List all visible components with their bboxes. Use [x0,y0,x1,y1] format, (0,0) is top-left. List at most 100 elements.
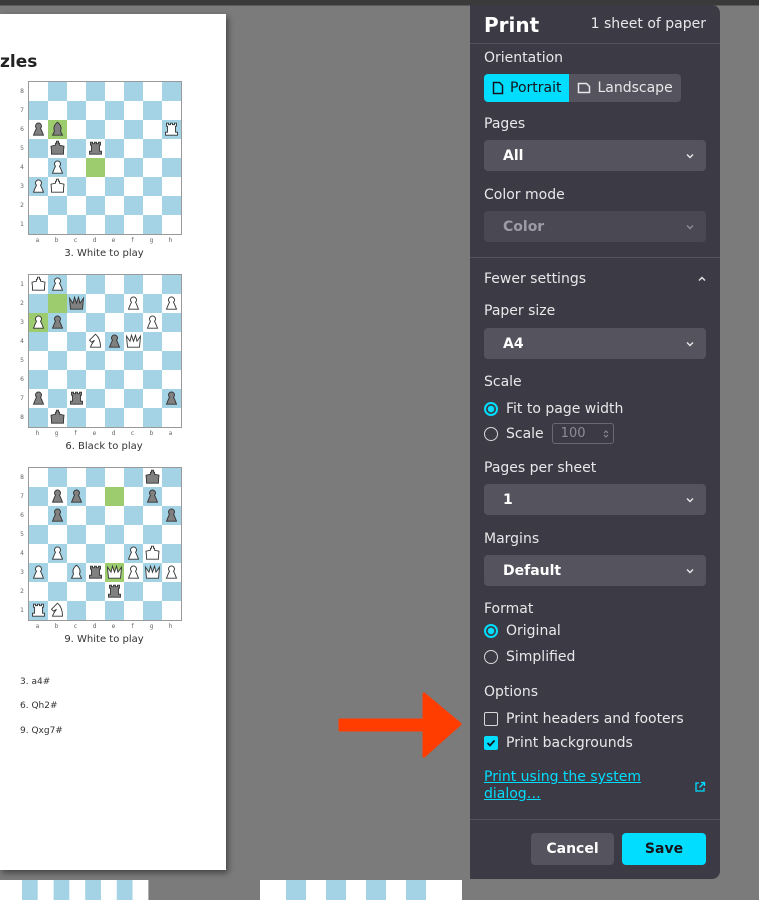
divider [470,819,720,820]
puzzle-caption: 6. Black to play [65,441,143,452]
format-simplified-option[interactable]: Simplified [484,649,575,665]
fewer-settings-toggle[interactable]: Fewer settings [484,271,706,287]
custom-scale-radio[interactable] [484,426,498,441]
page-title: zles [0,52,38,72]
solution-text: 6. Qh2# [20,701,58,711]
solution-text: 9. Qxg7# [20,726,63,736]
color-mode-label: Color mode [484,187,565,203]
chess-piece-icon [108,584,121,598]
rank-label: 2 [20,588,24,595]
format-simplified-radio[interactable] [484,650,498,664]
divider [470,43,720,44]
cancel-button[interactable]: Cancel [531,833,614,865]
chess-piece-icon [165,122,178,136]
fewer-settings-label: Fewer settings [484,271,586,287]
file-label: h [168,623,173,630]
file-label: f [131,237,134,244]
file-label: e [111,237,116,244]
backgrounds-label: Print backgrounds [506,735,633,751]
file-label: c [73,237,78,244]
rank-labels-2: 1 2 3 4 5 6 7 8 [18,275,26,427]
fit-to-width-radio[interactable] [484,402,498,416]
file-label: d [92,237,97,244]
margins-select[interactable]: Default [484,555,706,586]
paper-size-label: Paper size [484,303,556,319]
rank-label: 5 [20,357,24,364]
board-grid [29,275,181,427]
format-original-option[interactable]: Original [484,623,561,639]
portrait-option[interactable]: Portrait [484,74,570,102]
pages-select[interactable]: All [484,140,706,171]
chevron-down-icon [686,153,694,158]
margins-label: Margins [484,531,540,547]
system-dialog-link[interactable]: Print using the system dialog… [484,769,644,803]
margins-value: Default [503,562,562,579]
puzzle-caption: 9. White to play [64,634,144,645]
custom-scale-label: Scale [506,425,544,442]
format-simplified-label: Simplified [506,649,576,665]
custom-scale-option[interactable]: Scale 100 [484,423,614,444]
headers-footers-option[interactable]: Print headers and footers [484,711,684,727]
chevron-down-icon [686,497,694,502]
next-page-preview-strip [0,880,470,900]
format-original-label: Original [506,623,561,639]
file-label: d [111,430,116,437]
rank-label: 6 [20,376,24,383]
rank-label: 6 [20,126,24,133]
file-label: f [74,430,77,437]
orientation-label: Orientation [484,50,564,66]
panel-title: Print [484,13,540,37]
file-labels-1: a b c d e f g h [28,237,180,244]
file-label: b [149,430,154,437]
checkmark-icon [486,739,496,747]
rank-labels-3: 8 7 6 5 4 3 2 1 [18,468,26,620]
format-original-radio[interactable] [484,624,498,638]
file-label: a [168,430,173,437]
color-mode-select: Color [484,211,706,242]
pages-per-sheet-value: 1 [503,491,513,508]
headers-footers-checkbox[interactable] [484,712,498,726]
file-label: b [54,623,59,630]
rank-label: 3 [20,319,24,326]
rank-label: 4 [20,338,24,345]
file-label: e [111,623,116,630]
pages-label: Pages [484,116,526,132]
backgrounds-option[interactable]: Print backgrounds [484,735,633,751]
rank-label: 2 [20,202,24,209]
options-label: Options [484,684,539,700]
chevron-down-icon [686,341,694,346]
file-label: c [73,623,78,630]
rank-label: 1 [20,221,24,228]
file-label: g [54,430,59,437]
orientation-toggle: Portrait Landscape [484,74,681,102]
paper-size-select[interactable]: A4 [484,328,706,359]
scale-value: 100 [560,426,586,441]
solution-text: 3. a4# [20,677,51,687]
save-button[interactable]: Save [622,833,706,865]
fit-to-width-option[interactable]: Fit to page width [484,401,623,417]
print-panel: Print 1 sheet of paper Orientation Portr… [470,5,720,879]
puzzle-caption: 3. White to play [64,248,144,259]
fit-to-width-label: Fit to page width [506,401,624,417]
rank-label: 8 [20,414,24,421]
rank-label: 7 [20,107,24,114]
file-label: d [92,623,97,630]
chess-board-3 [28,81,182,235]
backgrounds-checkbox[interactable] [484,736,498,750]
pages-per-sheet-select[interactable]: 1 [484,484,706,515]
chess-board-9 [28,467,182,621]
rank-label: 7 [20,493,24,500]
rank-label: 5 [20,531,24,538]
chevron-down-icon [686,568,694,573]
paper-size-value: A4 [503,335,524,352]
rank-label: 8 [20,88,24,95]
landscape-option[interactable]: Landscape [569,74,681,102]
rank-label: 4 [20,550,24,557]
divider [470,257,720,258]
file-label: g [149,623,154,630]
chess-piece-icon [32,603,45,617]
chess-piece-icon [89,141,102,155]
chess-piece-icon [89,565,102,579]
sheet-count: 1 sheet of paper [590,16,706,32]
rank-label: 4 [20,164,24,171]
